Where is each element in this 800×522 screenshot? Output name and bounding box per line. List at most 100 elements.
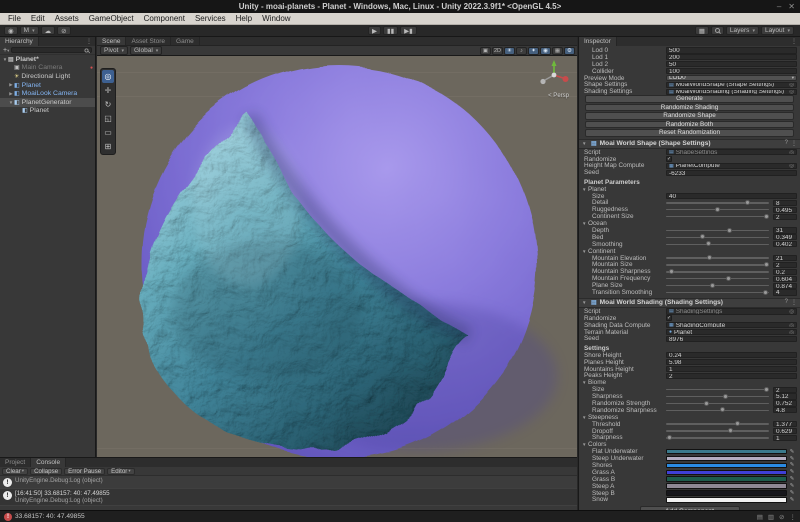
slider-knob[interactable] [667, 435, 672, 440]
version-control-icon[interactable]: ◉ [4, 26, 18, 35]
slider[interactable] [666, 244, 769, 245]
object-field[interactable]: ▤ShapeSettings [666, 149, 797, 155]
grid-menu[interactable]: ▦ [552, 47, 563, 55]
slider[interactable] [666, 230, 769, 231]
effects-menu[interactable]: ✦ [528, 47, 539, 55]
status-bar[interactable]: ! 33.68157: 40: 47.49855 ▤▥⊘⋮ [0, 510, 800, 522]
eyedropper-icon[interactable] [787, 483, 797, 489]
collab-disabled-icon[interactable]: ⊘ [57, 26, 70, 35]
menu-assets[interactable]: Assets [50, 13, 84, 25]
foldout-open-icon[interactable]: ▼ [582, 141, 588, 146]
slider[interactable] [666, 430, 769, 431]
scene-viewport[interactable]: ◎✛↻◱▭⊞ < Persp [97, 56, 577, 457]
eyedropper-icon[interactable] [787, 497, 797, 503]
text-input[interactable]: -6233 [666, 170, 797, 176]
clear-button[interactable]: Clear [2, 468, 28, 475]
slider-value-input[interactable]: 8 [773, 200, 797, 206]
slider-value-input[interactable]: 4 [773, 289, 797, 295]
color-swatch[interactable] [666, 449, 787, 455]
scale-tool[interactable]: ◱ [102, 112, 114, 125]
object-picker-icon[interactable] [789, 149, 794, 155]
checkbox[interactable]: ✓ [666, 315, 672, 321]
color-swatch[interactable] [666, 483, 787, 489]
color-swatch[interactable] [666, 463, 787, 469]
account-menu[interactable]: M [20, 26, 39, 35]
slider[interactable] [666, 264, 769, 265]
console-log-entry[interactable]: ![16:41:50] 33.68157: 40: 47.49855UnityE… [0, 489, 577, 506]
component-header-moai-world-shading-shading-settings-[interactable]: ▼▤Moai World Shading (Shading Settings)?… [579, 298, 800, 308]
eyedropper-icon[interactable] [787, 462, 797, 468]
text-input[interactable]: 1 [666, 366, 797, 372]
global-dropdown[interactable]: Global [130, 46, 162, 55]
eyedropper-icon[interactable] [787, 476, 797, 482]
error-pause-button[interactable]: Error Pause [64, 468, 105, 475]
slider-value-input[interactable]: 1 [773, 435, 797, 441]
slider-value-input[interactable]: 0.349 [773, 234, 797, 240]
slider-knob[interactable] [764, 214, 769, 219]
slider[interactable] [666, 410, 769, 411]
slider[interactable] [666, 285, 769, 286]
status-icon[interactable]: ▥ [768, 513, 774, 521]
color-swatch[interactable] [666, 470, 787, 476]
text-input[interactable]: 0.24 [666, 352, 797, 358]
slider-knob[interactable] [707, 255, 712, 260]
text-input[interactable]: 500 [666, 47, 797, 53]
object-picker-icon[interactable] [789, 308, 794, 314]
slider-knob[interactable] [763, 290, 768, 295]
audio-toggle[interactable]: ♪ [516, 47, 527, 55]
text-input[interactable]: 40 [666, 193, 797, 199]
menu-window[interactable]: Window [257, 13, 295, 25]
reset-randomization-button[interactable]: Reset Randomization [585, 129, 794, 137]
tab-game[interactable]: Game [171, 37, 200, 45]
slider-value-input[interactable]: 0.495 [773, 207, 797, 213]
hierarchy-item-directional-light[interactable]: ☀Directional Light [0, 72, 95, 81]
slider[interactable] [666, 389, 769, 390]
slider-value-input[interactable]: 2 [773, 214, 797, 220]
help-icon[interactable]: ? [785, 140, 788, 147]
grid-snap-icon[interactable]: ▦ [695, 26, 709, 35]
text-input[interactable]: 50 [666, 61, 797, 67]
randomize-shape-button[interactable]: Randomize Shape [585, 112, 794, 120]
slider-knob[interactable] [727, 228, 732, 233]
eyedropper-icon[interactable] [787, 456, 797, 462]
object-field[interactable]: ▦ShadingCompute [666, 322, 797, 328]
menu-edit[interactable]: Edit [26, 13, 50, 25]
slider-value-input[interactable]: 0.402 [773, 241, 797, 247]
color-swatch[interactable] [666, 497, 787, 503]
tab-scene[interactable]: Scene [97, 37, 126, 45]
view-tool[interactable]: ◎ [102, 70, 114, 83]
slider-value-input[interactable]: 0.629 [773, 428, 797, 434]
projection-label[interactable]: < Persp [548, 93, 569, 99]
component-header-moai-world-shape-shape-settings-[interactable]: ▼▤Moai World Shape (Shape Settings)?⋮ [579, 139, 800, 149]
text-input[interactable]: 100 [666, 68, 797, 74]
slider-knob[interactable] [745, 200, 750, 205]
panel-menu-icon[interactable]: ⋮ [791, 38, 797, 45]
color-swatch[interactable] [666, 456, 787, 462]
slider[interactable] [666, 237, 769, 238]
slider[interactable] [666, 209, 769, 210]
slider-value-input[interactable]: 5.12 [773, 393, 797, 399]
slider-value-input[interactable]: 31 [773, 227, 797, 233]
help-icon[interactable]: ? [785, 299, 788, 306]
slider-knob[interactable] [710, 283, 715, 288]
move-tool[interactable]: ✛ [102, 84, 114, 97]
slider-knob[interactable] [715, 207, 720, 212]
eyedropper-icon[interactable] [787, 469, 797, 475]
text-input[interactable]: 8976 [666, 336, 797, 342]
hierarchy-item-moailook-camera[interactable]: ▶◧MoaiLook Camera [0, 89, 95, 98]
scene-root-row[interactable]: ▼ ▤ Planet* [0, 55, 95, 64]
tab-asset-store[interactable]: Asset Store [126, 37, 171, 45]
slider-knob[interactable] [669, 269, 674, 274]
hierarchy-item-planet[interactable]: ▶◧Planet [0, 81, 95, 90]
component-menu-icon[interactable]: ⋮ [791, 299, 797, 306]
menu-gameobject[interactable]: GameObject [84, 13, 139, 25]
menu-file[interactable]: File [3, 13, 26, 25]
menu-component[interactable]: Component [139, 13, 190, 25]
object-picker-icon[interactable] [789, 322, 794, 328]
randomize-both-button[interactable]: Randomize Both [585, 121, 794, 129]
2d-toggle[interactable]: 2D [492, 47, 503, 55]
minimize-button[interactable]: – [777, 2, 781, 11]
slider-value-input[interactable]: 4.8 [773, 407, 797, 413]
close-button[interactable]: ✕ [788, 2, 795, 11]
visibility-toggle[interactable]: ◉ [540, 47, 551, 55]
